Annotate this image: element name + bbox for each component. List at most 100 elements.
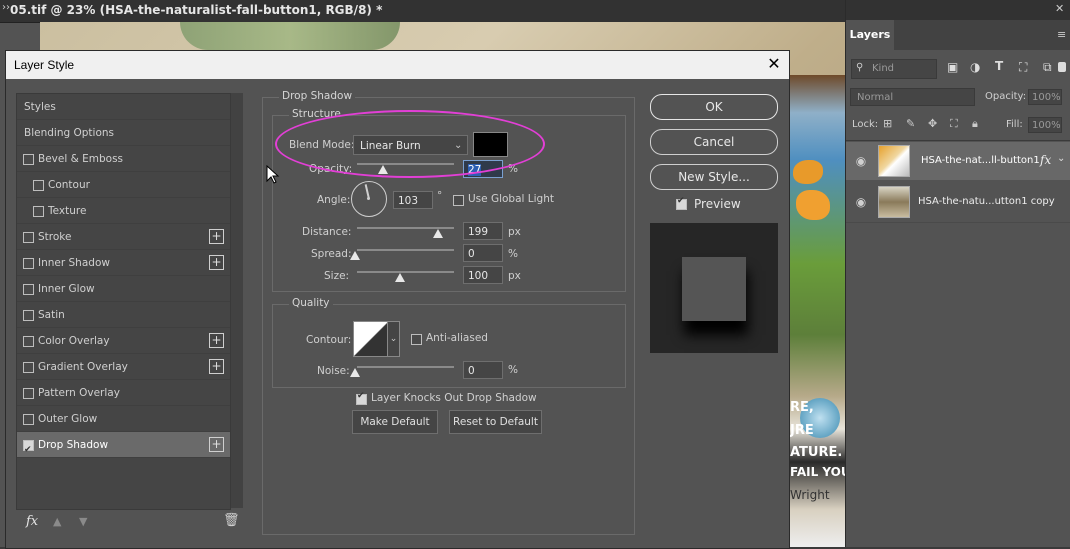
style-item-outer-glow[interactable]: Outer Glow — [17, 406, 230, 432]
layer-opacity-field[interactable]: 100% — [1028, 89, 1062, 105]
add-effect-plus-icon[interactable]: + — [209, 229, 224, 244]
chevron-down-icon[interactable]: ⌄ — [1057, 153, 1065, 164]
style-checkbox[interactable] — [33, 180, 44, 191]
style-checkbox[interactable] — [23, 232, 34, 243]
noise-unit: % — [508, 364, 518, 376]
layer-name[interactable]: HSA-the-nat...ll-button1 — [921, 155, 1040, 166]
tab-layers[interactable]: Layers — [846, 20, 894, 50]
style-checkbox[interactable] — [23, 284, 34, 295]
chevron-down-icon[interactable]: ⌄ — [387, 321, 400, 357]
shape-filter-icon[interactable]: ⛶ — [1019, 60, 1027, 75]
anti-aliased-label[interactable]: Anti-aliased — [426, 332, 488, 344]
distance-slider-thumb[interactable] — [433, 229, 443, 238]
style-item-gradient-overlay[interactable]: Gradient Overlay + — [17, 354, 230, 380]
style-item-pattern-overlay[interactable]: Pattern Overlay — [17, 380, 230, 406]
trash-icon[interactable]: 🗑︎ — [223, 513, 240, 528]
style-checkbox[interactable] — [23, 437, 34, 463]
blend-mode-select[interactable]: Linear Burn ⌄ — [353, 135, 468, 155]
style-item-inner-shadow[interactable]: Inner Shadow + — [17, 250, 230, 276]
close-panel-icon[interactable]: ✕ — [1055, 2, 1064, 15]
reset-to-default-button[interactable]: Reset to Default — [449, 410, 542, 434]
add-effect-plus-icon[interactable]: + — [209, 359, 224, 374]
style-item-satin[interactable]: Satin — [17, 302, 230, 328]
angle-dial[interactable] — [351, 181, 387, 217]
opacity-input[interactable]: 27 — [463, 160, 503, 178]
layer-name[interactable]: HSA-the-natu...utton1 copy — [918, 196, 1055, 207]
style-item-stroke[interactable]: Stroke + — [17, 224, 230, 250]
add-effect-plus-icon[interactable]: + — [209, 333, 224, 348]
preview-label[interactable]: Preview — [694, 197, 741, 211]
use-global-light-label[interactable]: Use Global Light — [468, 193, 554, 205]
layer-row-1[interactable]: ◉ HSA-the-nat...ll-button1 fx ⌄ — [846, 142, 1070, 180]
style-checkbox[interactable] — [23, 362, 34, 373]
style-item-texture[interactable]: Texture — [17, 198, 230, 224]
contour-preview[interactable] — [353, 321, 389, 357]
style-item-drop-shadow[interactable]: Drop Shadow + — [17, 432, 230, 463]
layer-knocks-out-checkbox[interactable] — [356, 391, 367, 405]
lock-transparent-icon[interactable]: ⊞ — [883, 117, 892, 130]
style-item-color-overlay[interactable]: Color Overlay + — [17, 328, 230, 354]
type-filter-icon[interactable]: T — [995, 59, 1003, 73]
panel-collapse-icon[interactable]: ›› — [2, 2, 10, 13]
style-item-inner-glow[interactable]: Inner Glow — [17, 276, 230, 302]
fx-icon[interactable]: fx — [1040, 153, 1051, 167]
layer-blend-mode-select[interactable]: Normal — [850, 88, 975, 106]
size-slider-thumb[interactable] — [395, 273, 405, 282]
noise-slider-track[interactable] — [357, 366, 454, 368]
spread-input[interactable]: 0 — [463, 244, 503, 262]
layer-row-2[interactable]: ◉ HSA-the-natu...utton1 copy — [846, 183, 1070, 221]
layer-knocks-out-label[interactable]: Layer Knocks Out Drop Shadow — [371, 392, 537, 404]
style-item-styles[interactable]: Styles — [17, 94, 230, 120]
style-checkbox[interactable] — [23, 414, 34, 425]
layer-filter-select[interactable]: ⚲ Kind — [851, 59, 937, 79]
add-effect-fx-icon[interactable]: fx — [26, 514, 38, 529]
layer-fill-field[interactable]: 100% — [1028, 117, 1062, 133]
angle-input[interactable]: 103 — [393, 191, 433, 209]
noise-slider-thumb[interactable] — [350, 368, 360, 377]
style-checkbox[interactable] — [33, 206, 44, 217]
style-checkbox[interactable] — [23, 258, 34, 269]
document-tab-title[interactable]: 05.tif @ 23% (HSA-the-naturalist-fall-bu… — [10, 3, 382, 17]
size-slider-track[interactable] — [357, 271, 454, 273]
filter-toggle-icon[interactable] — [1058, 62, 1066, 72]
add-effect-plus-icon[interactable]: + — [209, 437, 224, 452]
style-item-bevel-emboss[interactable]: Bevel & Emboss — [17, 146, 230, 172]
visibility-eye-icon[interactable]: ◉ — [854, 154, 868, 168]
close-icon[interactable]: ✕ — [764, 54, 784, 74]
new-style-button[interactable]: New Style... — [650, 164, 778, 190]
panel-menu-icon[interactable]: ≡ — [1057, 28, 1066, 41]
visibility-eye-icon[interactable]: ◉ — [854, 195, 868, 209]
anti-aliased-checkbox[interactable] — [411, 334, 422, 345]
add-effect-plus-icon[interactable]: + — [209, 255, 224, 270]
smart-object-filter-icon[interactable]: ⧉ — [1043, 60, 1052, 75]
pixel-filter-icon[interactable]: ▣ — [947, 60, 958, 74]
move-up-icon[interactable]: ▲ — [53, 515, 61, 528]
noise-input[interactable]: 0 — [463, 361, 503, 379]
size-input[interactable]: 100 — [463, 266, 503, 284]
preview-checkbox[interactable] — [676, 196, 687, 210]
spread-slider-track[interactable] — [357, 249, 454, 251]
lock-artboard-icon[interactable]: ⛶ — [950, 117, 958, 131]
opacity-slider-track[interactable] — [357, 163, 454, 165]
distance-input[interactable]: 199 — [463, 222, 503, 240]
adjustment-filter-icon[interactable]: ◑ — [970, 60, 980, 74]
cancel-button[interactable]: Cancel — [650, 129, 778, 155]
use-global-light-checkbox[interactable] — [453, 195, 464, 206]
lock-all-icon[interactable]: 🔒︎ — [972, 117, 978, 131]
ok-button[interactable]: OK — [650, 94, 778, 120]
opacity-slider-thumb[interactable] — [378, 165, 389, 174]
fill-label: Fill: — [1006, 119, 1023, 130]
spread-slider-thumb[interactable] — [350, 251, 360, 260]
lock-brush-icon[interactable]: ✎ — [906, 117, 915, 130]
make-default-button[interactable]: Make Default — [352, 410, 438, 434]
move-down-icon[interactable]: ▼ — [79, 515, 87, 528]
style-checkbox[interactable] — [23, 310, 34, 321]
style-checkbox[interactable] — [23, 388, 34, 399]
lock-position-icon[interactable]: ✥ — [928, 117, 937, 130]
style-item-contour[interactable]: Contour — [17, 172, 230, 198]
shadow-color-swatch[interactable] — [473, 132, 508, 157]
styles-list-scrollbar[interactable] — [231, 93, 243, 508]
style-checkbox[interactable] — [23, 154, 34, 165]
style-item-blending-options[interactable]: Blending Options — [17, 120, 230, 146]
style-checkbox[interactable] — [23, 336, 34, 347]
